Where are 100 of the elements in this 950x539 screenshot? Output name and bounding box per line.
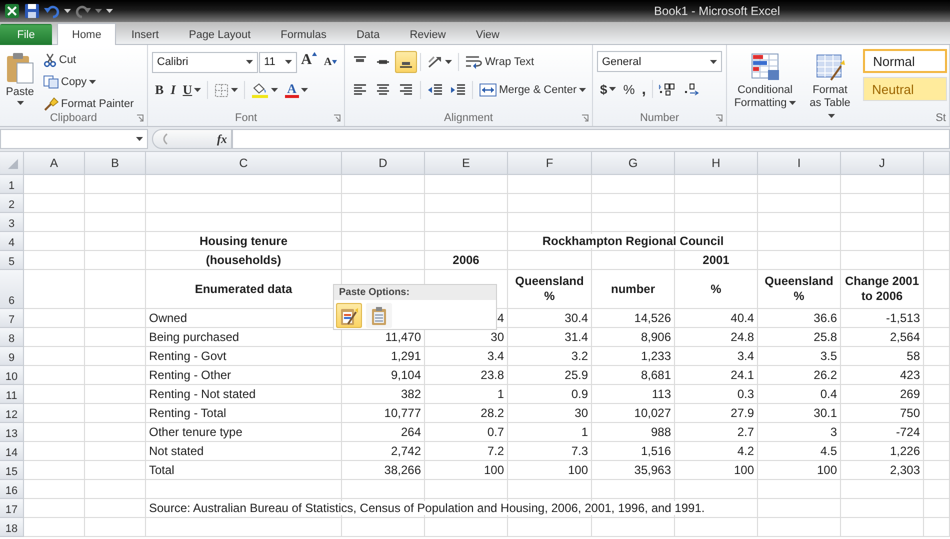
- vertical-align-button[interactable]: [395, 51, 417, 73]
- ribbon-tab[interactable]: Insert: [116, 24, 174, 45]
- cell-style-option[interactable]: Neutral: [863, 77, 947, 101]
- format-as-table-button[interactable]: Format as Table: [803, 49, 857, 111]
- column-header[interactable]: J: [841, 152, 924, 175]
- cell-text: 26.2: [814, 368, 837, 382]
- bold-button[interactable]: B: [152, 79, 167, 101]
- dialog-launcher-icon[interactable]: [715, 114, 723, 122]
- row-header[interactable]: 3: [0, 213, 24, 232]
- cell-text: 1,226: [890, 444, 920, 458]
- align-center-icon[interactable]: [375, 83, 391, 97]
- paste-button[interactable]: Paste: [2, 49, 38, 111]
- percent-button[interactable]: %: [620, 78, 638, 100]
- sheet-cell: [85, 194, 146, 213]
- undo-icon[interactable]: [44, 3, 60, 19]
- row-header[interactable]: 11: [0, 385, 24, 404]
- paste-option-button[interactable]: [336, 303, 362, 328]
- ribbon-tab[interactable]: View: [460, 24, 514, 45]
- cell-style-option[interactable]: Normal: [863, 49, 947, 73]
- caret-icon: [285, 60, 292, 64]
- column-header[interactable]: A: [24, 152, 85, 175]
- cell-text: 35,963: [634, 463, 671, 477]
- clipboard-brush-icon: [339, 306, 359, 326]
- dialog-launcher-icon[interactable]: [581, 114, 589, 122]
- cut-button[interactable]: Cut: [40, 49, 137, 71]
- cell-text: 2,742: [390, 444, 421, 458]
- column-header[interactable]: C: [146, 152, 342, 175]
- decrease-indent-icon[interactable]: [427, 83, 443, 97]
- column-header[interactable]: F: [508, 152, 592, 175]
- save-icon[interactable]: [24, 3, 40, 19]
- cell-text: 0.4: [820, 387, 837, 401]
- grow-font-button[interactable]: A: [298, 51, 320, 73]
- row-header[interactable]: 18: [0, 518, 24, 537]
- align-left-icon[interactable]: [352, 83, 368, 97]
- font-color-button[interactable]: A: [282, 79, 311, 101]
- sheet-cell: [924, 175, 950, 194]
- sheet-cell: [24, 251, 85, 270]
- row-header[interactable]: 16: [0, 480, 24, 499]
- column-header[interactable]: D: [342, 152, 425, 175]
- ribbon-tab[interactable]: File: [0, 24, 52, 45]
- comma-button[interactable]: ,: [638, 78, 649, 100]
- sheet-cell: [924, 251, 950, 270]
- ribbon-tab[interactable]: Formulas: [266, 24, 342, 45]
- insert-function-button[interactable]: fx: [213, 132, 231, 146]
- caret-icon: [194, 88, 202, 92]
- sheet-cell: [924, 518, 950, 537]
- underline-button[interactable]: U: [180, 79, 204, 101]
- formula-input[interactable]: [232, 129, 950, 149]
- app-icon[interactable]: [4, 3, 20, 19]
- row-header[interactable]: 4: [0, 232, 24, 251]
- row-header[interactable]: 6: [0, 270, 24, 309]
- italic-button[interactable]: I: [168, 79, 179, 101]
- cell-text: number: [610, 282, 655, 296]
- row-header[interactable]: 15: [0, 461, 24, 480]
- conditional-formatting-button[interactable]: Conditional Formatting: [729, 49, 801, 111]
- cell-text: Renting - Not stated: [149, 387, 256, 401]
- increase-indent-icon[interactable]: [450, 83, 466, 97]
- row-header[interactable]: 7: [0, 309, 24, 328]
- paste-option-button[interactable]: [366, 303, 392, 328]
- column-header[interactable]: E: [425, 152, 508, 175]
- currency-button[interactable]: $: [597, 78, 620, 100]
- row-header[interactable]: 2: [0, 194, 24, 213]
- row-header[interactable]: 14: [0, 442, 24, 461]
- cell-text: 38,266: [384, 463, 421, 477]
- redo-icon[interactable]: [75, 3, 91, 19]
- ribbon-tab[interactable]: Page Layout: [174, 24, 266, 45]
- row-header[interactable]: 13: [0, 423, 24, 442]
- ribbon-tab[interactable]: Review: [394, 24, 461, 45]
- cell-text: 7.2: [487, 444, 504, 458]
- wrap-text-button[interactable]: Wrap Text: [462, 51, 538, 73]
- dialog-launcher-icon[interactable]: [333, 114, 341, 122]
- row-header[interactable]: 12: [0, 404, 24, 423]
- row-header[interactable]: 1: [0, 175, 24, 194]
- cell-text: Enumerated data: [194, 282, 292, 296]
- sheet-cell: [24, 270, 85, 309]
- merge-center-button[interactable]: Merge & Center: [476, 79, 589, 101]
- row-header[interactable]: 5: [0, 251, 24, 270]
- cell-text: Being purchased: [149, 330, 240, 344]
- font-name-field[interactable]: Calibri: [152, 52, 258, 72]
- align-right-icon[interactable]: [398, 83, 414, 97]
- column-header[interactable]: B: [85, 152, 146, 175]
- ribbon-tab[interactable]: Data: [341, 24, 395, 45]
- column-header[interactable]: I: [758, 152, 841, 175]
- sheet-cell: [924, 232, 950, 251]
- row-header[interactable]: 17: [0, 499, 24, 518]
- ribbon-tab[interactable]: Home: [57, 23, 116, 45]
- shrink-font-button[interactable]: A: [320, 51, 340, 73]
- column-header[interactable]: H: [675, 152, 758, 175]
- group-label: Clipboard: [50, 112, 98, 124]
- row-header[interactable]: 9: [0, 347, 24, 366]
- cell-text: 382: [400, 387, 421, 401]
- font-size-field[interactable]: 11: [259, 52, 297, 72]
- row-header[interactable]: 8: [0, 328, 24, 347]
- dialog-launcher-icon[interactable]: [136, 114, 144, 122]
- column-header[interactable]: G: [592, 152, 675, 175]
- row-header[interactable]: 10: [0, 366, 24, 385]
- number-format-field[interactable]: General: [597, 51, 722, 72]
- copy-button[interactable]: Copy: [40, 71, 137, 93]
- cell-text: 2006: [452, 253, 480, 267]
- table-style-icon: [815, 52, 845, 82]
